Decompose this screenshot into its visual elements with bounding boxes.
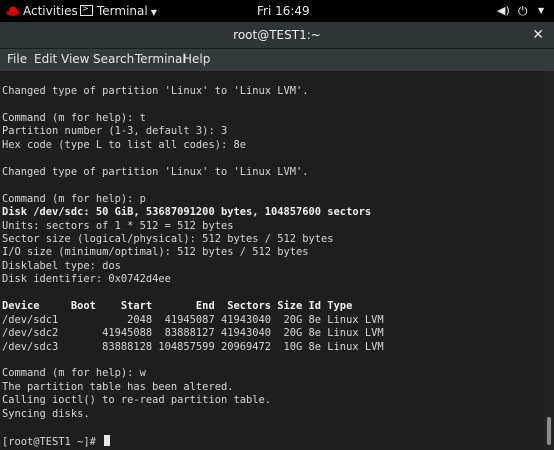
terminal-line-text: Command (m for help): t bbox=[2, 111, 146, 124]
terminal-line-text: The partition table has been altered. bbox=[2, 380, 234, 393]
menu-bar: File Edit View Search Terminal Help bbox=[0, 49, 554, 71]
app-menu-label: Terminal bbox=[97, 4, 148, 18]
terminal-line-text: /dev/sdc2 41945088 83888127 41943040 20G… bbox=[2, 327, 384, 340]
menu-terminal[interactable]: Terminal bbox=[135, 49, 186, 71]
terminal-line: Partition number (1-3, default 3): 3 bbox=[2, 125, 227, 138]
terminal-line: Disklabel type: dos bbox=[2, 260, 121, 273]
terminal-line: /dev/sdc1 2048 41945087 41943040 20G 8e … bbox=[2, 314, 384, 327]
chevron-down-icon: ▼ bbox=[150, 8, 157, 17]
terminal-line: Calling ioctl() to re-read partition tab… bbox=[2, 394, 271, 407]
terminal-line: Syncing disks. bbox=[2, 408, 90, 421]
terminal-line-text: Units: sectors of 1 * 512 = 512 bytes bbox=[2, 219, 234, 232]
close-icon[interactable]: ✕ bbox=[532, 22, 544, 48]
volume-icon[interactable]: ◀) bbox=[497, 0, 510, 22]
redhat-logo-icon bbox=[6, 6, 20, 16]
top-bar: Activities > Terminal ▼ Fri 16:49 ◀) ⏻ ▼ bbox=[0, 0, 554, 22]
terminal-line: Sector size (logical/physical): 512 byte… bbox=[2, 233, 334, 246]
terminal-output[interactable]: Changed type of partition 'Linux' to 'Li… bbox=[0, 71, 544, 450]
terminal-line-text: Sector size (logical/physical): 512 byte… bbox=[2, 232, 334, 245]
terminal-line: Hex code (type L to list all codes): 8e bbox=[2, 139, 246, 152]
terminal-line: Command (m for help): t bbox=[2, 112, 146, 125]
activities-button[interactable]: Activities bbox=[23, 0, 78, 22]
window-title: root@TEST1:~ bbox=[233, 28, 321, 42]
terminal-line-text: /dev/sdc3 83888128 104857599 20969472 10… bbox=[2, 340, 384, 353]
terminal-line-text: Disk /dev/sdc: 50 GiB, 53687091200 bytes… bbox=[2, 206, 372, 219]
terminal-line: Command (m for help): p bbox=[2, 193, 146, 206]
terminal-line-text: Changed type of partition 'Linux' to 'Li… bbox=[2, 85, 309, 97]
terminal-line-text: Disklabel type: dos bbox=[2, 259, 121, 272]
scrollbar[interactable] bbox=[544, 71, 554, 450]
terminal-line-text: I/O size (minimum/optimal): 512 bytes / … bbox=[2, 246, 309, 259]
menu-file[interactable]: File bbox=[7, 49, 27, 71]
shell-prompt: [root@TEST1 ~]# bbox=[2, 434, 111, 448]
terminal-line: Changed type of partition 'Linux' to 'Li… bbox=[2, 85, 309, 98]
terminal-line: Changed type of partition 'Linux' to 'Li… bbox=[2, 166, 309, 179]
terminal-line-text: Syncing disks. bbox=[2, 407, 90, 420]
terminal-app-icon: > bbox=[80, 4, 93, 16]
terminal-line-text: [root@TEST1 ~]# bbox=[2, 435, 103, 448]
terminal-line-text: Disk identifier: 0x0742d4ee bbox=[2, 273, 171, 286]
menu-view[interactable]: View bbox=[61, 49, 89, 71]
terminal-line: The partition table has been altered. bbox=[2, 381, 233, 394]
scrollbar-thumb[interactable] bbox=[547, 417, 551, 445]
menu-edit[interactable]: Edit bbox=[34, 49, 57, 71]
terminal-line-text: Hex code (type L to list all codes): 8e bbox=[2, 138, 246, 151]
terminal-line-text: /dev/sdc1 2048 41945087 41943040 20G 8e … bbox=[2, 313, 384, 326]
terminal-line-text: Command (m for help): p bbox=[2, 192, 146, 205]
system-menu-chevron-icon[interactable]: ▼ bbox=[538, 0, 544, 22]
power-icon[interactable]: ⏻ bbox=[518, 0, 528, 22]
menu-help[interactable]: Help bbox=[183, 49, 210, 71]
terminal-line-text: Changed type of partition 'Linux' to 'Li… bbox=[2, 165, 309, 178]
terminal-line: /dev/sdc3 83888128 104857599 20969472 10… bbox=[2, 341, 384, 354]
clock[interactable]: Fri 16:49 bbox=[257, 0, 310, 22]
app-menu-button[interactable]: > Terminal ▼ bbox=[80, 0, 157, 22]
terminal-line: Disk identifier: 0x0742d4ee bbox=[2, 273, 171, 286]
terminal-line: Command (m for help): w bbox=[2, 367, 146, 380]
terminal-line: /dev/sdc2 41945088 83888127 41943040 20G… bbox=[2, 327, 384, 340]
terminal-line: Units: sectors of 1 * 512 = 512 bytes bbox=[2, 220, 233, 233]
terminal-line-text: Partition number (1-3, default 3): 3 bbox=[2, 125, 228, 138]
window-titlebar[interactable]: root@TEST1:~ ✕ bbox=[0, 22, 554, 49]
text-cursor bbox=[104, 434, 111, 446]
terminal-line: Device Boot Start End Sectors Size Id Ty… bbox=[2, 300, 352, 313]
terminal-line-text: Calling ioctl() to re-read partition tab… bbox=[2, 394, 271, 407]
terminal-line: I/O size (minimum/optimal): 512 bytes / … bbox=[2, 246, 309, 259]
terminal-line-text: Device Boot Start End Sectors Size Id Ty… bbox=[2, 300, 353, 313]
terminal-line-text: Command (m for help): w bbox=[2, 367, 146, 380]
menu-search[interactable]: Search bbox=[93, 49, 134, 71]
terminal-line: Disk /dev/sdc: 50 GiB, 53687091200 bytes… bbox=[2, 206, 371, 219]
